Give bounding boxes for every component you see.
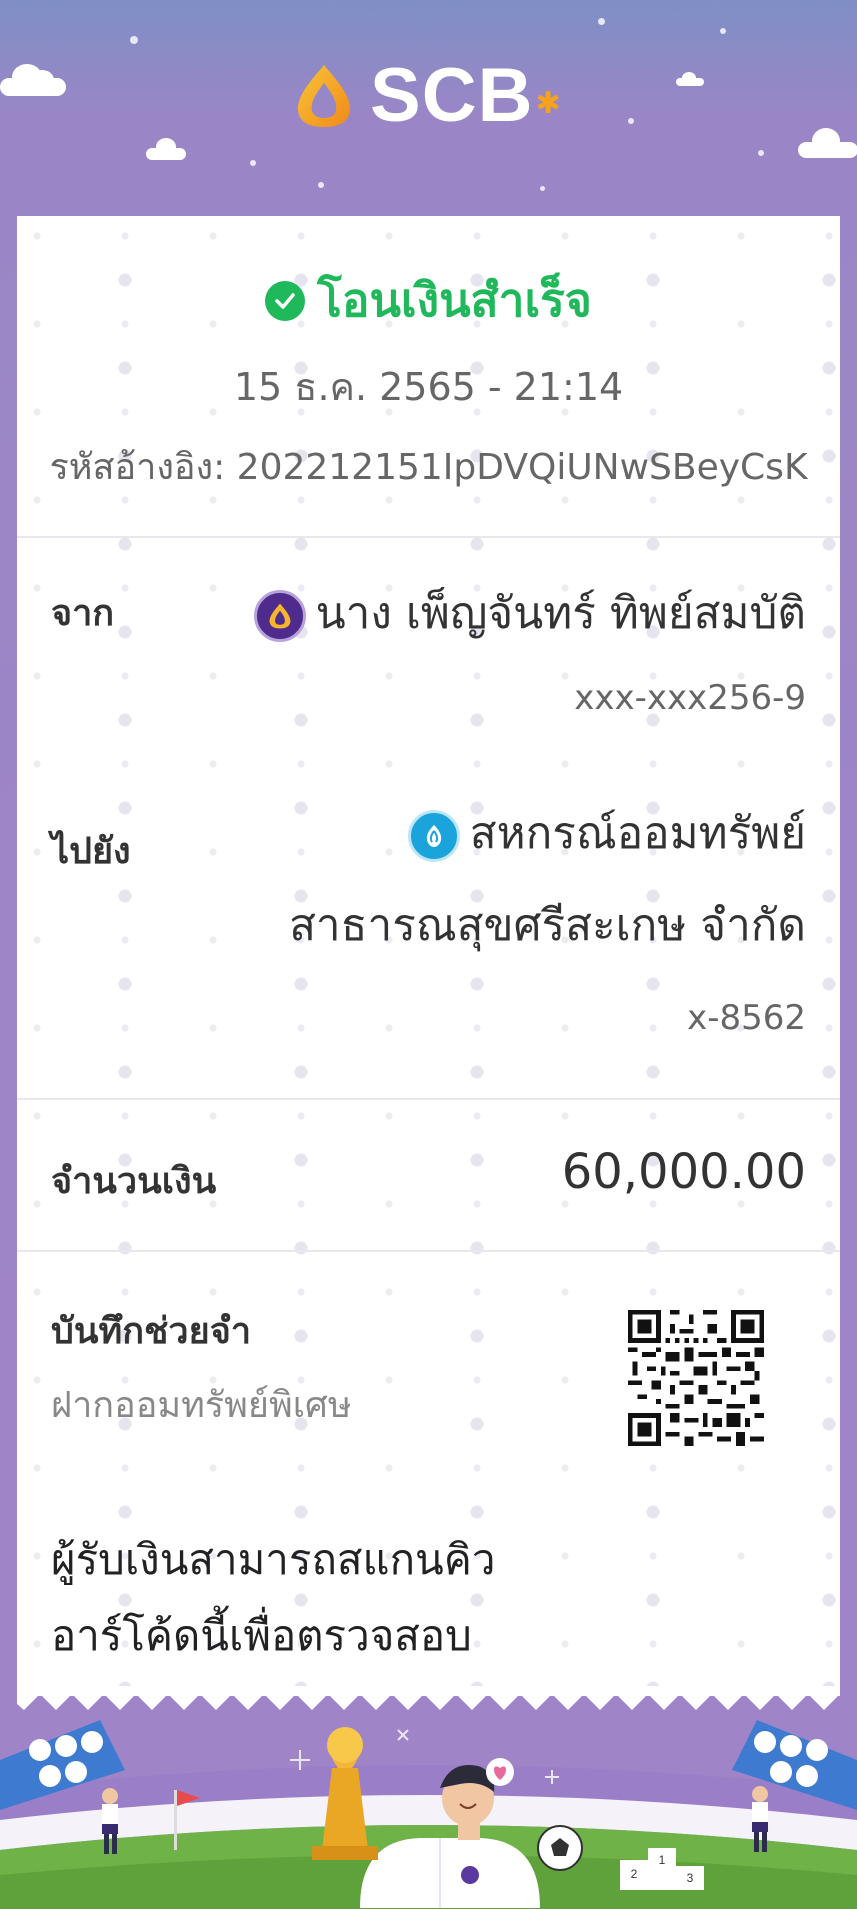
brand-name: SCB — [370, 53, 534, 138]
star-decoration — [628, 118, 634, 124]
divider — [17, 1250, 840, 1252]
soccer-ball — [537, 1825, 583, 1871]
recipient-account: x-8562 — [687, 998, 806, 1038]
cloud-decoration — [146, 138, 186, 160]
sender-name: นาง เพ็ญจันทร์ ทิพย์สมบัติ — [315, 588, 806, 639]
recipient-name-line2: สาธารณสุขศรีสะเกษ จำกัด — [289, 900, 806, 951]
reference-code: รหัสอ้างอิง: 202212151IpDVQiUNwSBeyCsK — [49, 447, 808, 488]
qr-instruction-line1: ผู้รับเงินสามารถสแกนคิว — [51, 1535, 496, 1584]
spark-icon: ✱ — [535, 85, 561, 121]
from-name-row: นาง เพ็ญจันทร์ ทิพย์สมบัติ — [253, 578, 806, 648]
check-circle-icon — [265, 280, 306, 321]
memo-text: ฝากออมทรัพย์พิเศษ — [51, 1385, 352, 1426]
header: SCB ✱ — [0, 0, 857, 216]
podium-label: 1 — [659, 1853, 666, 1867]
sender-account: xxx-xxx256-9 — [574, 678, 806, 718]
divider — [17, 536, 840, 538]
to-label: ไปยัง — [51, 831, 131, 872]
amount-value: 60,000.00 — [561, 1144, 806, 1200]
scb-logo-icon — [297, 65, 351, 127]
cloud-decoration — [0, 64, 66, 96]
transaction-datetime: 15 ธ.ค. 2565 - 21:14 — [233, 365, 624, 409]
amount-label: จำนวนเงิน — [51, 1161, 217, 1202]
receipt-card: โอนเงินสำเร็จ 15 ธ.ค. 2565 - 21:14 รหัสอ… — [17, 216, 840, 1696]
star-decoration — [130, 36, 138, 44]
star-decoration — [598, 18, 605, 25]
ktb-bank-icon — [407, 810, 460, 862]
cloud-decoration — [676, 72, 704, 86]
podium-label: 2 — [631, 1867, 638, 1881]
to-name-row: สหกรณ์ออมทรัพย์ — [407, 798, 806, 868]
scb-bank-icon — [253, 590, 306, 642]
star-decoration — [318, 182, 324, 188]
football-celebration-illustration: 2 1 3 — [0, 1720, 857, 1909]
qr-instruction-line2: อาร์โค้ดนี้เพื่อตรวจสอบ — [51, 1611, 472, 1660]
from-label: จาก — [51, 593, 115, 634]
qr-code[interactable] — [628, 1310, 764, 1446]
status-header: โอนเงินสำเร็จ — [17, 264, 840, 337]
star-decoration — [720, 28, 726, 34]
status-text: โอนเงินสำเร็จ — [317, 273, 592, 327]
star-decoration — [250, 160, 256, 166]
star-decoration — [540, 186, 545, 191]
heart-bubble — [486, 1758, 514, 1786]
recipient-name-line1: สหกรณ์ออมทรัพย์ — [469, 808, 806, 859]
divider — [17, 1098, 840, 1100]
scb-logo: SCB ✱ — [292, 58, 561, 134]
star-decoration — [758, 150, 764, 156]
cloud-decoration — [798, 128, 857, 158]
memo-label: บันทึกช่วยจำ — [51, 1311, 252, 1352]
podium-label: 3 — [687, 1871, 694, 1885]
